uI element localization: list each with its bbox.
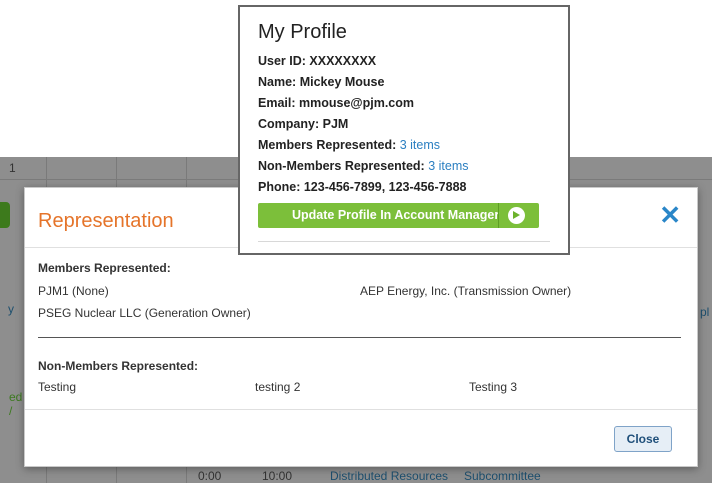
bg-subcommittee-link[interactable]: Subcommittee xyxy=(464,469,541,483)
name-value: Mickey Mouse xyxy=(299,75,385,89)
bg-time-end: 10:00 xyxy=(262,469,293,483)
profile-title: My Profile xyxy=(258,21,347,43)
bg-status-fragment: / xyxy=(9,404,13,418)
close-x-icon[interactable]: ✕ xyxy=(659,202,681,228)
bg-link-fragment[interactable]: y xyxy=(8,302,14,316)
email-label: Email: xyxy=(258,96,296,110)
member-item: PJM1 (None) xyxy=(38,284,109,298)
non-member-item: testing 2 xyxy=(255,380,301,394)
bg-committee-link[interactable]: Distributed Resources xyxy=(330,469,448,483)
company-label: Company: xyxy=(258,117,320,131)
bg-right-fragment: pl xyxy=(700,305,710,319)
member-item: PSEG Nuclear LLC (Generation Owner) xyxy=(38,306,251,320)
close-button[interactable]: Close xyxy=(614,426,672,452)
name-label: Name: xyxy=(258,75,297,89)
non-member-item: Testing xyxy=(38,380,77,394)
update-profile-label: Update Profile In Account Manager xyxy=(292,208,500,222)
bg-header-number: 1 xyxy=(9,161,16,175)
bg-green-tab xyxy=(0,202,10,228)
non-members-represented-link[interactable]: 3 items xyxy=(428,159,468,173)
profile-non-members-row: Non-Members Represented: 3 items xyxy=(258,159,468,173)
my-profile-popup: My Profile User ID: XXXXXXXX Name: Micke… xyxy=(238,5,570,255)
section-divider xyxy=(38,337,681,338)
profile-phone-row: Phone: 123-456-7899, 123-456-7888 xyxy=(258,180,466,194)
company-value: PJM xyxy=(322,117,349,131)
non-member-item: Testing 3 xyxy=(469,380,518,394)
profile-bottom-divider xyxy=(258,241,550,242)
bg-status-fragment: ed xyxy=(9,390,23,404)
user-id-value: XXXXXXXX xyxy=(309,54,377,68)
email-value: mmouse@pjm.com xyxy=(299,96,414,110)
phone-label: Phone: xyxy=(258,180,301,194)
profile-user-id-row: User ID: XXXXXXXX xyxy=(258,54,376,68)
user-id-label: User ID: xyxy=(258,54,306,68)
profile-members-row: Members Represented: 3 items xyxy=(258,138,440,152)
members-represented-link[interactable]: 3 items xyxy=(400,138,440,152)
members-represented-label: Members Represented: xyxy=(258,138,397,152)
member-item: AEP Energy, Inc. (Transmission Owner) xyxy=(360,284,572,298)
button-separator xyxy=(498,203,499,228)
non-members-represented-label: Non-Members Represented: xyxy=(258,159,425,173)
profile-company-row: Company: PJM xyxy=(258,117,348,131)
phone-value: 123-456-7899, 123-456-7888 xyxy=(303,180,467,194)
update-profile-button[interactable]: Update Profile In Account Manager xyxy=(258,203,539,228)
modal-footer-divider xyxy=(25,409,697,410)
profile-email-row: Email: mmouse@pjm.com xyxy=(258,96,414,110)
modal-title: Representation xyxy=(38,210,174,232)
arrow-circle-right-icon xyxy=(508,207,525,224)
bg-time-start: 0:00 xyxy=(198,469,222,483)
profile-name-row: Name: Mickey Mouse xyxy=(258,75,384,89)
members-represented-heading: Members Represented: xyxy=(38,261,171,275)
non-members-represented-heading: Non-Members Represented: xyxy=(38,359,199,373)
